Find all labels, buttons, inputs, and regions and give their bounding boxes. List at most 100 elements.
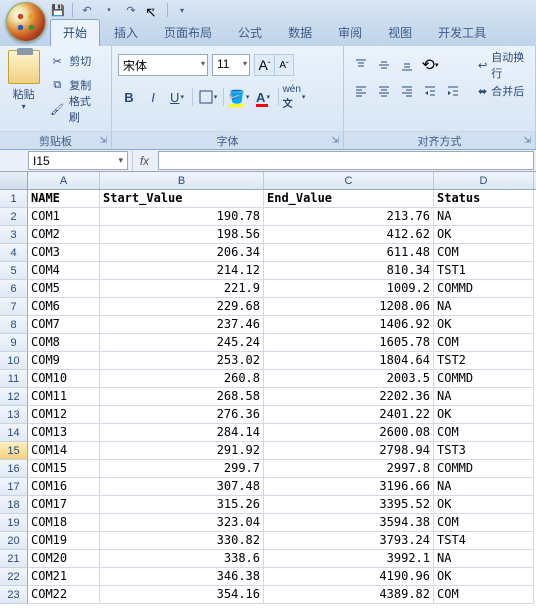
cell[interactable]: COMMD bbox=[434, 370, 534, 388]
cell[interactable]: 4389.82 bbox=[264, 586, 434, 604]
cell[interactable]: COM bbox=[434, 514, 534, 532]
redo-icon[interactable]: ↷ bbox=[123, 2, 139, 18]
cell[interactable]: NAME bbox=[28, 190, 100, 208]
cell[interactable]: NA bbox=[434, 550, 534, 568]
shrink-font-button[interactable]: Aˇ bbox=[274, 54, 294, 76]
cell[interactable]: COM11 bbox=[28, 388, 100, 406]
fill-color-button[interactable]: 🪣▾ bbox=[228, 86, 250, 108]
row-header[interactable]: 1 bbox=[0, 190, 28, 208]
cell[interactable]: 299.7 bbox=[100, 460, 264, 478]
decrease-indent-button[interactable] bbox=[419, 80, 441, 102]
cell[interactable]: 253.02 bbox=[100, 352, 264, 370]
qat-customize-icon[interactable]: ▾ bbox=[174, 2, 190, 18]
cell[interactable]: 198.56 bbox=[100, 226, 264, 244]
row-header[interactable]: 22 bbox=[0, 568, 28, 586]
cell[interactable]: 260.8 bbox=[100, 370, 264, 388]
cell[interactable]: 1009.2 bbox=[264, 280, 434, 298]
align-middle-button[interactable] bbox=[373, 54, 395, 76]
col-header-b[interactable]: B bbox=[100, 172, 264, 189]
cell[interactable]: 4190.96 bbox=[264, 568, 434, 586]
underline-button[interactable]: U▾ bbox=[166, 86, 188, 108]
cell[interactable]: End_Value bbox=[264, 190, 434, 208]
cell[interactable]: COMMD bbox=[434, 280, 534, 298]
cell[interactable]: 1804.64 bbox=[264, 352, 434, 370]
font-name-select[interactable]: 宋体▾ bbox=[118, 54, 208, 76]
cell[interactable]: COM2 bbox=[28, 226, 100, 244]
fx-icon[interactable]: fx bbox=[132, 150, 156, 171]
cell[interactable]: 412.62 bbox=[264, 226, 434, 244]
cell[interactable]: 1605.78 bbox=[264, 334, 434, 352]
row-header[interactable]: 7 bbox=[0, 298, 28, 316]
cell[interactable]: 810.34 bbox=[264, 262, 434, 280]
border-button[interactable]: ▾ bbox=[197, 86, 219, 108]
font-size-select[interactable]: 11▾ bbox=[212, 54, 250, 76]
row-header[interactable]: 5 bbox=[0, 262, 28, 280]
cell[interactable]: 323.04 bbox=[100, 514, 264, 532]
cell[interactable]: COM21 bbox=[28, 568, 100, 586]
cell[interactable]: COM bbox=[434, 244, 534, 262]
row-header[interactable]: 21 bbox=[0, 550, 28, 568]
cell[interactable]: 1208.06 bbox=[264, 298, 434, 316]
cell[interactable]: 2401.22 bbox=[264, 406, 434, 424]
row-header[interactable]: 9 bbox=[0, 334, 28, 352]
cell[interactable]: COM14 bbox=[28, 442, 100, 460]
office-button[interactable] bbox=[6, 2, 46, 42]
cell[interactable]: COM18 bbox=[28, 514, 100, 532]
row-header[interactable]: 15 bbox=[0, 442, 28, 460]
tab-insert[interactable]: 插入 bbox=[102, 20, 150, 46]
cell[interactable]: TST3 bbox=[434, 442, 534, 460]
cell[interactable]: COM bbox=[434, 424, 534, 442]
cell[interactable]: 2600.08 bbox=[264, 424, 434, 442]
row-header[interactable]: 6 bbox=[0, 280, 28, 298]
tab-developer[interactable]: 开发工具 bbox=[426, 20, 498, 46]
row-header[interactable]: 2 bbox=[0, 208, 28, 226]
cell[interactable]: COM10 bbox=[28, 370, 100, 388]
cell[interactable]: 2003.5 bbox=[264, 370, 434, 388]
row-header[interactable]: 3 bbox=[0, 226, 28, 244]
cell[interactable]: COM bbox=[434, 334, 534, 352]
cell[interactable]: COM6 bbox=[28, 298, 100, 316]
col-header-d[interactable]: D bbox=[434, 172, 534, 189]
tab-home[interactable]: 开始 bbox=[50, 19, 100, 46]
row-header[interactable]: 16 bbox=[0, 460, 28, 478]
cell[interactable]: 291.92 bbox=[100, 442, 264, 460]
cell[interactable]: COM20 bbox=[28, 550, 100, 568]
tab-view[interactable]: 视图 bbox=[376, 20, 424, 46]
cell[interactable]: 3793.24 bbox=[264, 532, 434, 550]
cell[interactable]: TST2 bbox=[434, 352, 534, 370]
cell[interactable]: COM bbox=[434, 586, 534, 604]
cell[interactable]: 354.16 bbox=[100, 586, 264, 604]
undo-dropdown-icon[interactable]: ▾ bbox=[101, 2, 117, 18]
cell[interactable]: 611.48 bbox=[264, 244, 434, 262]
spreadsheet-grid[interactable]: 1NAMEStart_ValueEnd_ValueStatus2COM1190.… bbox=[0, 190, 536, 604]
cell[interactable]: 214.12 bbox=[100, 262, 264, 280]
dialog-launcher-icon[interactable]: ⇲ bbox=[99, 135, 107, 146]
cell[interactable]: COM15 bbox=[28, 460, 100, 478]
cell[interactable]: NA bbox=[434, 298, 534, 316]
dialog-launcher-icon[interactable]: ⇲ bbox=[331, 135, 339, 146]
cell[interactable]: COM9 bbox=[28, 352, 100, 370]
tab-review[interactable]: 审阅 bbox=[326, 20, 374, 46]
dialog-launcher-icon[interactable]: ⇲ bbox=[523, 135, 531, 146]
row-header[interactable]: 11 bbox=[0, 370, 28, 388]
col-header-c[interactable]: C bbox=[264, 172, 434, 189]
cell[interactable]: 1406.92 bbox=[264, 316, 434, 334]
align-right-button[interactable] bbox=[396, 80, 418, 102]
row-header[interactable]: 18 bbox=[0, 496, 28, 514]
cell[interactable]: COM3 bbox=[28, 244, 100, 262]
cell[interactable]: COM4 bbox=[28, 262, 100, 280]
cell[interactable]: 268.58 bbox=[100, 388, 264, 406]
row-header[interactable]: 23 bbox=[0, 586, 28, 604]
cell[interactable]: 330.82 bbox=[100, 532, 264, 550]
cell[interactable]: 237.46 bbox=[100, 316, 264, 334]
cell[interactable]: Start_Value bbox=[100, 190, 264, 208]
italic-button[interactable]: I bbox=[142, 86, 164, 108]
format-painter-button[interactable]: 🖌格式刷 bbox=[45, 98, 105, 120]
align-bottom-button[interactable] bbox=[396, 54, 418, 76]
cell[interactable]: 206.34 bbox=[100, 244, 264, 262]
font-color-button[interactable]: A▾ bbox=[252, 86, 274, 108]
cell[interactable]: COMMD bbox=[434, 460, 534, 478]
cell[interactable]: 284.14 bbox=[100, 424, 264, 442]
row-header[interactable]: 10 bbox=[0, 352, 28, 370]
cell[interactable]: 3196.66 bbox=[264, 478, 434, 496]
